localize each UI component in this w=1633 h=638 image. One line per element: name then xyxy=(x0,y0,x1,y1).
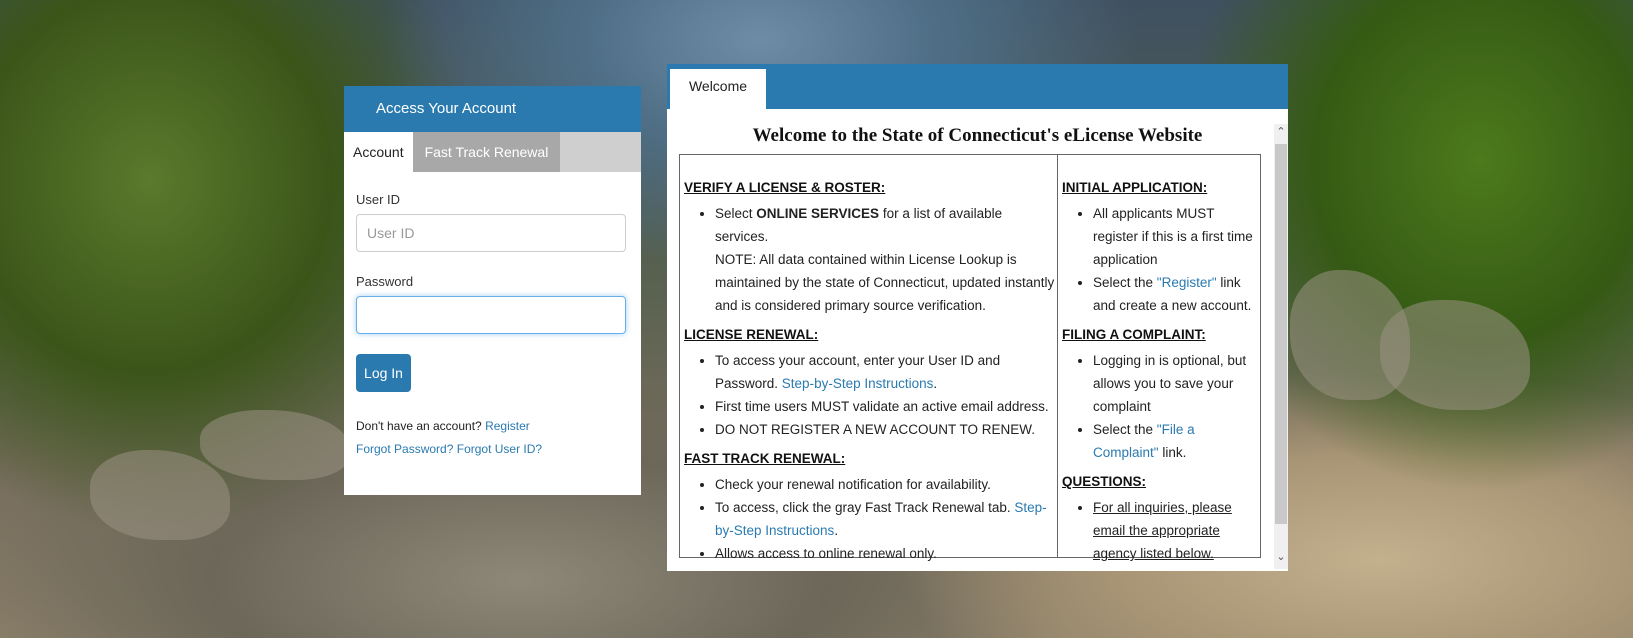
welcome-scrollbar[interactable]: ⌃ ⌄ xyxy=(1274,124,1288,569)
list-item: Select the "Register" link and create a … xyxy=(1093,271,1260,317)
list-item: DO NOT REGISTER A NEW ACCOUNT TO RENEW. xyxy=(715,418,1057,441)
password-input[interactable] xyxy=(356,296,626,334)
forgot-user-id-link[interactable]: Forgot User ID? xyxy=(457,442,542,456)
list-item: Logging in is optional, but allows you t… xyxy=(1093,349,1260,418)
list-item: All applicants MUST register if this is … xyxy=(1093,202,1260,271)
list-item: First time users MUST validate an active… xyxy=(715,395,1057,418)
questions-heading: QUESTIONS: xyxy=(1062,474,1147,489)
login-form: User ID Password Log In Don't have an ac… xyxy=(344,172,641,461)
tab-welcome[interactable]: Welcome xyxy=(670,69,766,109)
user-id-label: User ID xyxy=(356,192,401,207)
welcome-panel: Welcome Welcome to the State of Connecti… xyxy=(667,64,1288,571)
fast-track-heading: FAST TRACK RENEWAL: xyxy=(684,451,846,466)
password-label: Password xyxy=(356,274,414,289)
login-panel: Access Your Account Account Fast Track R… xyxy=(344,86,641,495)
welcome-title: Welcome to the State of Connecticut's eL… xyxy=(752,125,1203,146)
list-item: Select the "File a Complaint" link. xyxy=(1093,418,1260,464)
right-column: INITIAL APPLICATION: All applicants MUST… xyxy=(1058,155,1260,561)
register-inline-link[interactable]: "Register" xyxy=(1157,275,1217,290)
forgot-password-link[interactable]: Forgot Password? xyxy=(356,442,453,456)
no-account-text: Don't have an account? xyxy=(356,419,482,433)
user-id-input[interactable] xyxy=(356,214,626,252)
scroll-thumb[interactable] xyxy=(1275,144,1287,524)
list-item: To access, click the gray Fast Track Ren… xyxy=(715,496,1057,542)
verify-list: Select ONLINE SERVICES for a list of ava… xyxy=(684,202,1057,317)
fast-track-list: Check your renewal notification for avai… xyxy=(684,473,1057,565)
log-in-button[interactable]: Log In xyxy=(356,354,411,392)
welcome-content-table: VERIFY A LICENSE & ROSTER: Select ONLINE… xyxy=(679,154,1261,561)
login-tabs: Account Fast Track Renewal xyxy=(344,132,641,172)
list-item: Check your renewal notification for avai… xyxy=(715,473,1057,496)
welcome-tab-bar: Welcome xyxy=(667,64,1288,109)
background-rock xyxy=(1380,300,1530,410)
background-rock xyxy=(200,410,350,480)
tab-fast-track-renewal[interactable]: Fast Track Renewal xyxy=(412,132,561,172)
renewal-instructions-link[interactable]: Step-by-Step Instructions xyxy=(782,376,934,391)
renewal-list: To access your account, enter your User … xyxy=(684,349,1057,441)
online-services-text: ONLINE SERVICES xyxy=(756,206,880,221)
list-item: To access your account, enter your User … xyxy=(715,349,1057,395)
complaint-heading: FILING A COMPLAINT: xyxy=(1062,327,1206,342)
list-item: Select ONLINE SERVICES for a list of ava… xyxy=(715,202,1057,317)
tab-account[interactable]: Account xyxy=(344,132,413,172)
initial-application-list: All applicants MUST register if this is … xyxy=(1062,202,1260,317)
verify-heading: VERIFY A LICENSE & ROSTER: xyxy=(684,180,886,195)
initial-application-heading: INITIAL APPLICATION: xyxy=(1062,180,1208,195)
list-item: For all inquiries, please email the appr… xyxy=(1093,496,1260,565)
register-link[interactable]: Register xyxy=(485,419,530,433)
background-rock xyxy=(90,450,230,540)
login-panel-header: Access Your Account xyxy=(344,86,641,132)
account-links: Don't have an account? Register Forgot P… xyxy=(356,415,629,461)
list-item: Allows access to online renewal only. xyxy=(715,542,1057,565)
left-column: VERIFY A LICENSE & ROSTER: Select ONLINE… xyxy=(680,155,1058,561)
chevron-down-icon[interactable]: ⌄ xyxy=(1274,549,1288,565)
chevron-up-icon[interactable]: ⌃ xyxy=(1274,124,1288,140)
renewal-heading: LICENSE RENEWAL: xyxy=(684,327,819,342)
verify-note: NOTE: All data contained within License … xyxy=(715,252,1055,313)
questions-list: For all inquiries, please email the appr… xyxy=(1062,496,1260,565)
complaint-list: Logging in is optional, but allows you t… xyxy=(1062,349,1260,464)
